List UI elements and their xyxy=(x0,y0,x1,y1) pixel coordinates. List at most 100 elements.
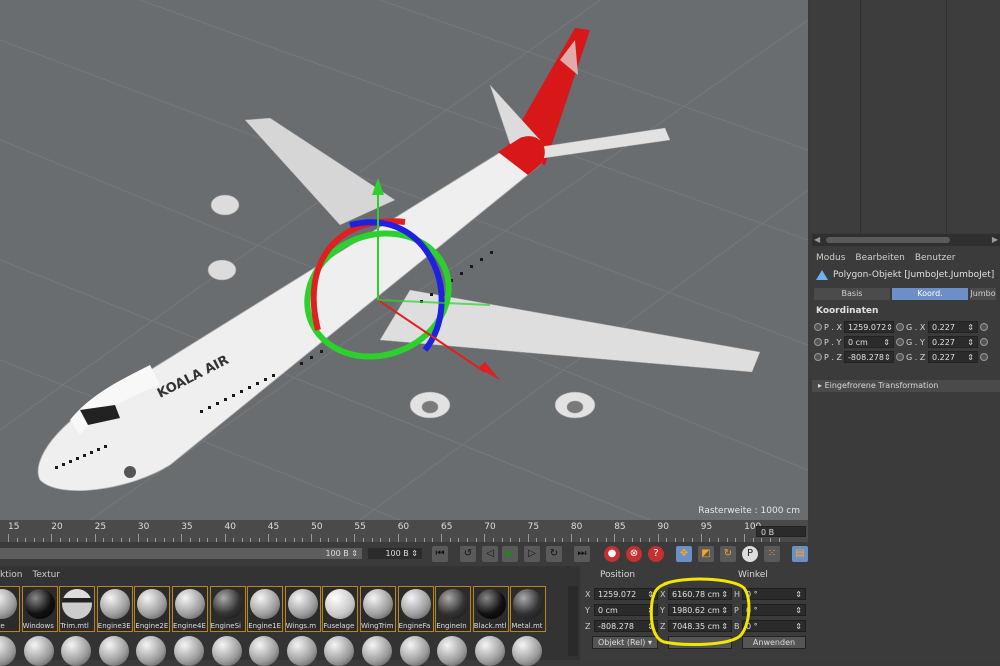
material-swatch[interactable]: Fuselage xyxy=(322,586,359,632)
parameter-icon[interactable]: P xyxy=(742,546,758,562)
p-y-field[interactable]: 0 cm ⇕ xyxy=(844,336,894,348)
material-preview-icon[interactable] xyxy=(23,636,54,666)
material-preview-icon[interactable] xyxy=(174,636,204,666)
tab-koord[interactable]: Koord. xyxy=(892,288,968,300)
menu-benutzer[interactable]: Benutzer xyxy=(915,253,956,263)
timeline-tick xyxy=(224,534,226,542)
timeline-tick-label: 45 xyxy=(267,522,280,532)
tab-jumbo[interactable]: Jumbo xyxy=(970,288,996,300)
material-swatch[interactable]: Windows xyxy=(21,586,58,632)
animate-radio-icon[interactable] xyxy=(814,323,822,331)
menu-bearbeiten[interactable]: Bearbeiten xyxy=(855,253,904,263)
animate-radio-icon[interactable] xyxy=(896,353,904,361)
menu-textur[interactable]: Textur xyxy=(32,570,60,580)
material-swatch[interactable]: Black.mtl xyxy=(472,586,509,632)
g-y-field[interactable]: 0.227 ⇕ xyxy=(928,336,978,348)
position-x-value: 1259.072 cm xyxy=(598,590,637,611)
animate-radio-icon[interactable] xyxy=(896,338,904,346)
material-preview-icon[interactable] xyxy=(437,636,468,666)
tab-basis[interactable]: Basis xyxy=(814,288,890,300)
move-tool-icon[interactable]: ✥ xyxy=(676,546,692,562)
material-name: EngineSi xyxy=(210,622,241,630)
p-z-field[interactable]: -808.278 ⇕ xyxy=(844,351,894,363)
material-swatch[interactable]: WingTrim xyxy=(360,586,396,632)
autokey-button[interactable]: ⊗ xyxy=(626,546,642,562)
go-to-end-button[interactable]: ⏭ xyxy=(574,546,590,562)
g-x-field[interactable]: 0.227 ⇕ xyxy=(928,321,978,333)
material-preview-icon xyxy=(212,589,243,619)
transport-bar: 100 B ⇕ 100 B ⇕ ⏮ ↺ ◁ ▶ ▷ ↻ ⏭ ● ⊗ ? ✥ ◩ … xyxy=(0,542,812,566)
record-button[interactable]: ● xyxy=(604,546,620,562)
material-swatch[interactable]: allnte xyxy=(0,586,20,632)
material-swatch[interactable]: Trim.mtl xyxy=(59,586,96,632)
material-swatch[interactable]: EngineFa xyxy=(397,586,434,632)
timeline-range-slider[interactable]: 100 B ⇕ xyxy=(0,548,362,559)
material-preview-icon[interactable] xyxy=(512,636,543,666)
animate-radio-icon[interactable] xyxy=(980,338,988,346)
position-header: Position xyxy=(600,570,636,580)
panel-scrollbar[interactable]: ◀ ▶ xyxy=(812,234,1000,246)
material-preview-icon[interactable] xyxy=(98,636,129,666)
prev-key-button[interactable]: ↺ xyxy=(460,546,476,562)
animate-radio-icon[interactable] xyxy=(814,338,822,346)
material-preview-icon[interactable] xyxy=(324,636,355,666)
timeline-tick xyxy=(94,534,96,542)
material-preview-icon[interactable] xyxy=(211,636,242,666)
menu-modus[interactable]: Modus xyxy=(816,253,845,263)
menu-funktion[interactable]: ktion xyxy=(0,570,22,580)
rotate-tool-icon[interactable]: ↻ xyxy=(720,546,736,562)
attribute-menubar: Modus Bearbeiten Benutzer xyxy=(812,250,955,266)
scroll-left-icon[interactable]: ◀ xyxy=(814,235,820,244)
material-preview-icon[interactable] xyxy=(0,636,16,666)
material-preview-icon xyxy=(0,589,17,619)
material-swatch[interactable]: Engine4E xyxy=(172,586,208,632)
material-name: Metal.mt xyxy=(511,622,543,630)
go-to-start-button[interactable]: ⏮ xyxy=(432,546,448,562)
next-frame-button[interactable]: ▷ xyxy=(524,546,540,562)
material-preview-icon[interactable] xyxy=(399,636,430,666)
material-preview-icon[interactable] xyxy=(474,636,505,666)
play-button[interactable]: ▶ xyxy=(502,546,518,562)
keyframe-selection-button[interactable]: ? xyxy=(648,546,664,562)
material-swatch[interactable]: EngineIn xyxy=(435,586,472,632)
material-preview-icon[interactable] xyxy=(286,636,317,666)
frame-field[interactable]: 0 B xyxy=(756,526,806,537)
g-z-field[interactable]: 0.227 ⇕ xyxy=(928,351,978,363)
material-swatch[interactable]: Metal.mt xyxy=(510,586,547,632)
object-manager-panel[interactable] xyxy=(810,0,1000,233)
prev-frame-button[interactable]: ◁ xyxy=(482,546,498,562)
timeline-icon[interactable]: ▤ xyxy=(792,546,808,562)
timeline-tick-label: 40 xyxy=(224,522,236,532)
animate-radio-icon[interactable] xyxy=(980,323,988,331)
material-preview-icon[interactable] xyxy=(61,636,92,666)
timeline-ruler[interactable]: 15 20 25 30 35 40 45 50 55 60 65 70 75 80 85 90 95 100 xyxy=(0,520,808,542)
material-swatch[interactable]: Engine3E xyxy=(96,586,133,632)
scroll-right-icon[interactable]: ▶ xyxy=(992,235,998,244)
material-preview-icon xyxy=(400,589,431,619)
material-preview-icon[interactable] xyxy=(249,636,280,666)
material-scrollbar[interactable] xyxy=(568,586,578,656)
point-grid-icon[interactable]: ⁙ xyxy=(764,546,780,562)
scale-tool-icon[interactable]: ◩ xyxy=(698,546,714,562)
scrollbar-thumb[interactable] xyxy=(826,237,950,243)
material-swatch[interactable]: Wings.m xyxy=(284,586,321,632)
material-swatch[interactable]: Engine1E xyxy=(247,586,284,632)
material-swatch[interactable]: EngineSi xyxy=(209,586,246,632)
timeline-tick-label: 25 xyxy=(94,522,107,532)
material-preview-icon[interactable] xyxy=(362,636,392,666)
timeline-tick-label: 85 xyxy=(614,522,626,532)
animate-radio-icon[interactable] xyxy=(980,353,988,361)
timeline-tick xyxy=(744,534,746,542)
material-preview-icon[interactable] xyxy=(136,636,167,666)
p-x-field[interactable]: 1259.072 ⇕ xyxy=(844,321,894,333)
animate-radio-icon[interactable] xyxy=(814,353,822,361)
3d-viewport[interactable]: KOALA AIR Rasterweite : 1000 cm xyxy=(0,0,808,520)
max-frame-field[interactable]: 100 B ⇕ xyxy=(368,548,422,559)
frozen-transform-fold[interactable]: ▸ Eingefrorene Transformation xyxy=(812,380,1000,392)
animate-radio-icon[interactable] xyxy=(896,323,904,331)
material-preview-icon xyxy=(24,589,55,619)
timeline-tick xyxy=(267,534,269,542)
material-swatch[interactable]: Engine2E xyxy=(134,586,171,632)
material-menu: ktion Textur xyxy=(0,570,60,580)
next-key-button[interactable]: ↻ xyxy=(546,546,562,562)
